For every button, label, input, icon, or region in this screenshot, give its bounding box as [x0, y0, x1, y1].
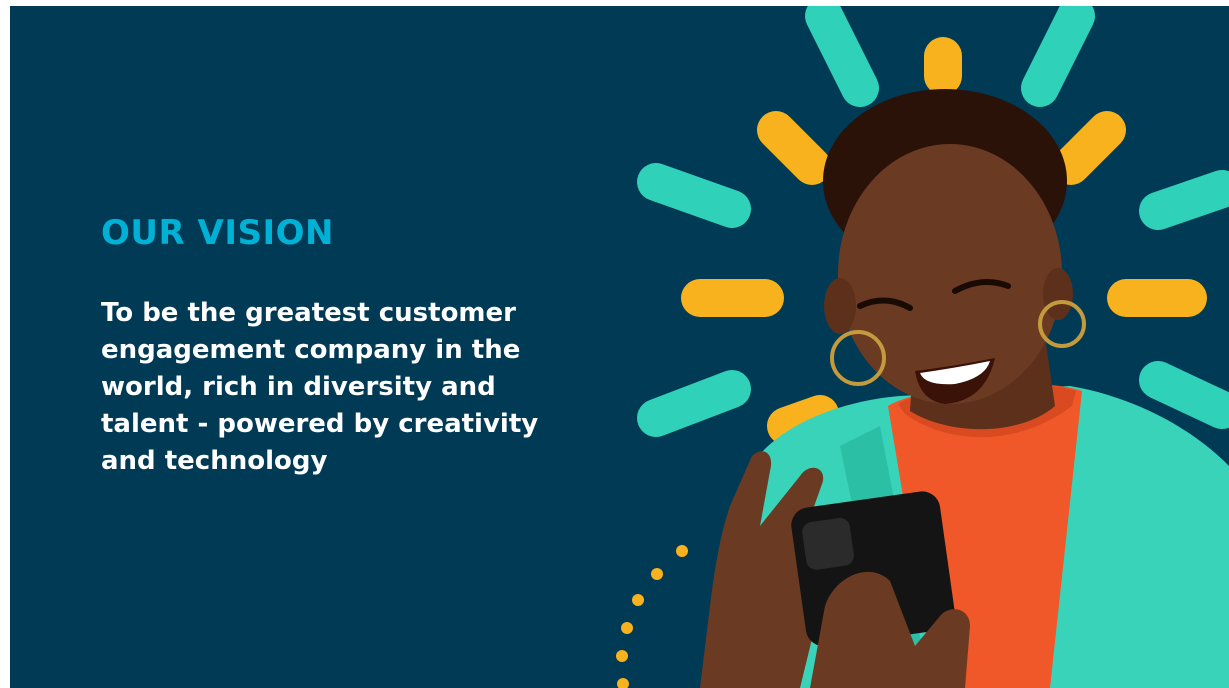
- hero-illustration: [616, 6, 1229, 688]
- slide: OUR VISION To be the greatest customer e…: [10, 6, 1229, 688]
- dotted-arc: [616, 545, 688, 688]
